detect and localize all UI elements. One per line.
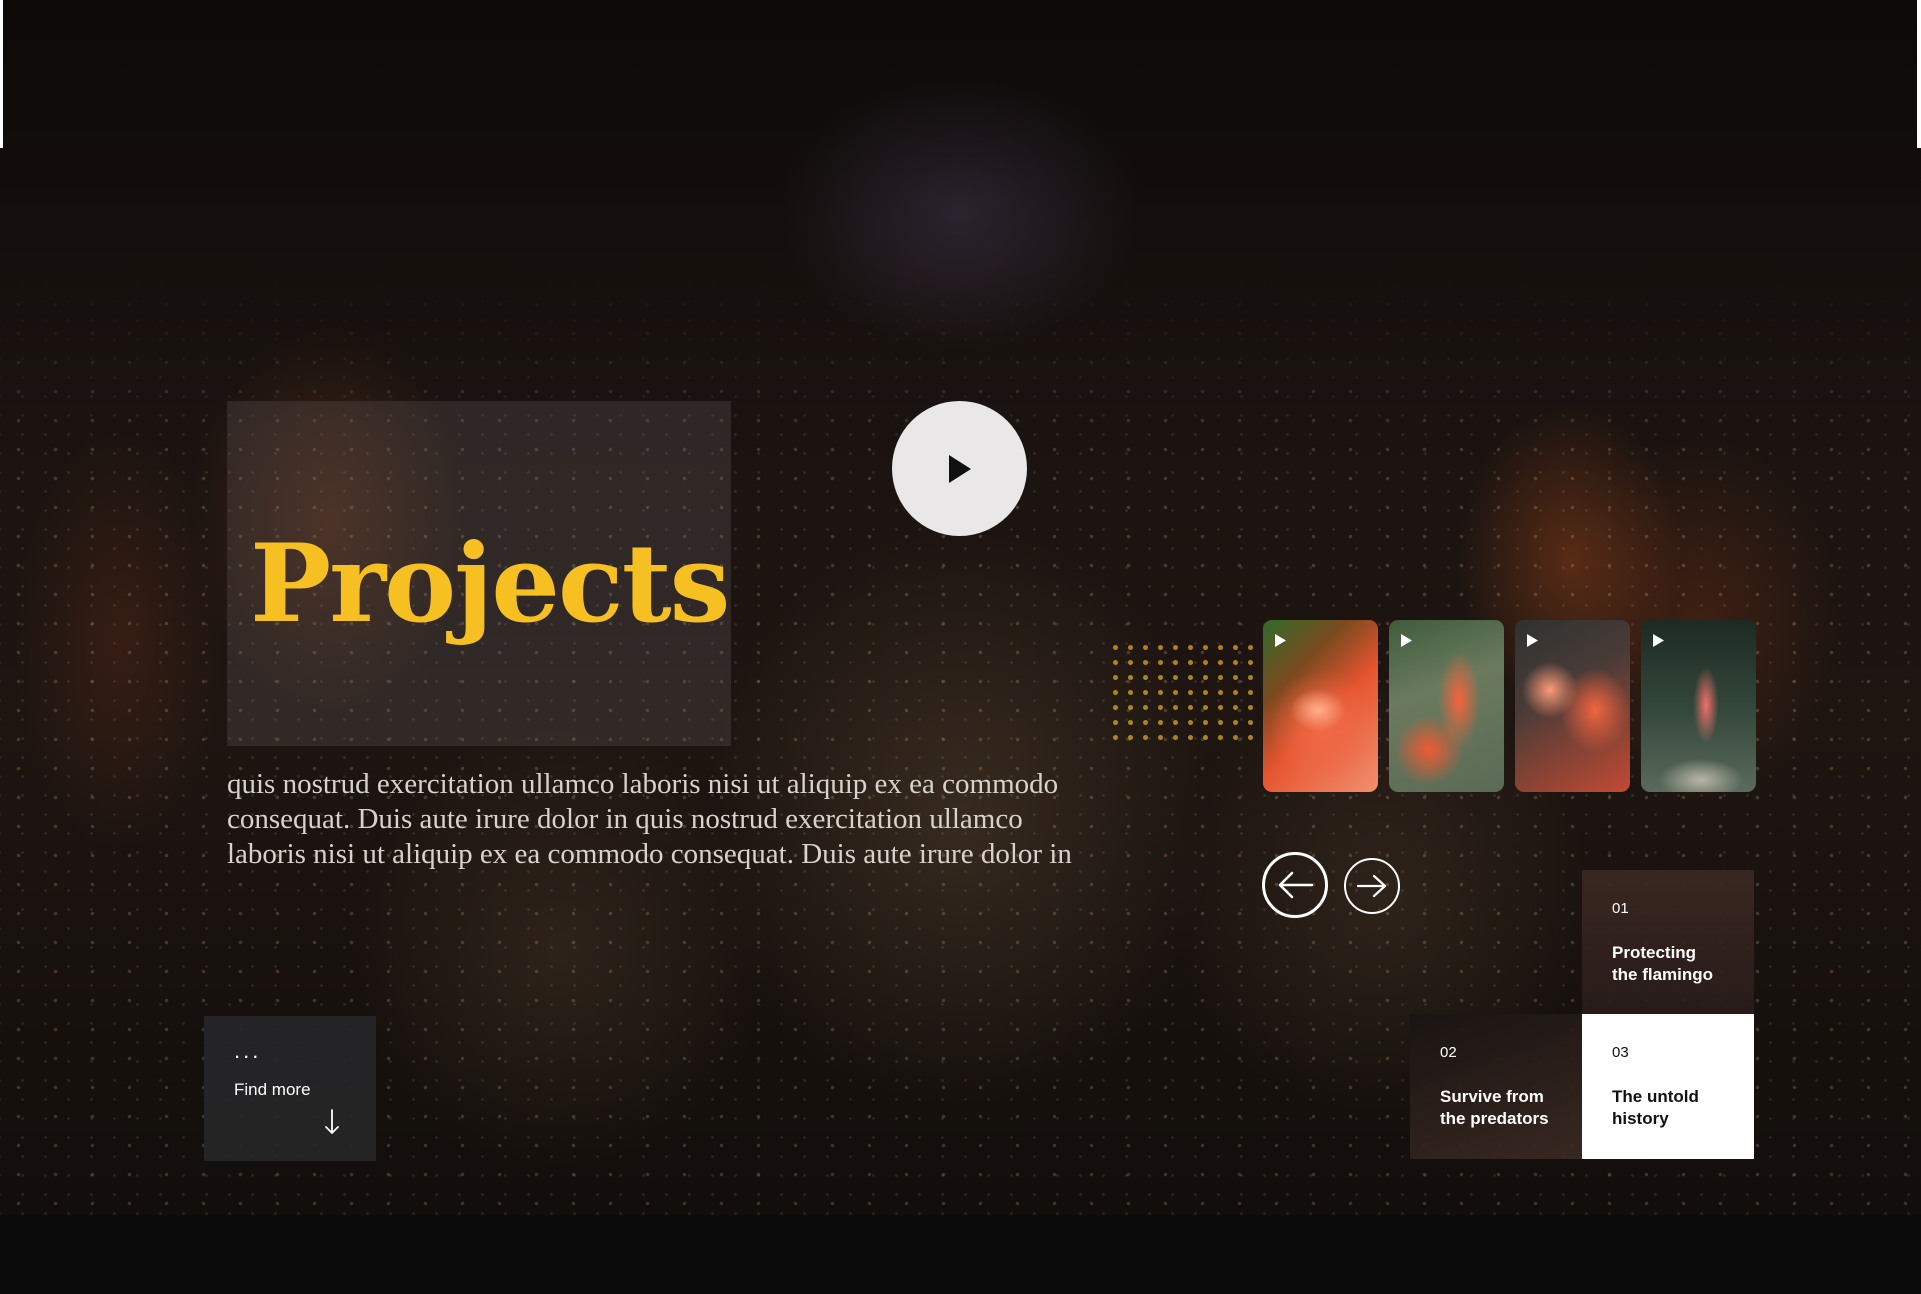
ellipsis-icon: ...	[234, 1038, 262, 1063]
story-title: Protecting the flamingo	[1612, 943, 1714, 984]
story-number: 02	[1440, 1044, 1457, 1061]
find-more-label: Find more	[234, 1080, 311, 1099]
story-number: 01	[1612, 900, 1629, 917]
decorative-dot-grid	[1108, 640, 1268, 750]
arrow-down-icon	[325, 1109, 339, 1134]
frame-edge-right	[1917, 0, 1921, 148]
video-thumbnails	[1263, 620, 1756, 792]
previous-button[interactable]	[1262, 852, 1328, 918]
play-icon	[1527, 634, 1538, 647]
story-card-1[interactable]: 01 Protecting the flamingo	[1582, 870, 1754, 1015]
project-description: quis nostrud exercitation ullamco labori…	[227, 768, 1072, 870]
find-more-button[interactable]: ... Find more	[204, 1016, 376, 1161]
story-card-2[interactable]: 02 Survive from the predators	[1410, 1014, 1582, 1159]
story-card-3[interactable]: 03 The untold history	[1582, 1014, 1754, 1159]
story-title: Survive from the predators	[1440, 1087, 1549, 1128]
play-icon	[1653, 634, 1664, 647]
arrow-right-icon	[1356, 874, 1387, 898]
arrow-left-icon	[1278, 871, 1314, 899]
video-thumbnail-3[interactable]	[1515, 620, 1630, 792]
play-icon	[1401, 634, 1412, 647]
page-title: Projects	[250, 521, 730, 647]
video-thumbnail-4[interactable]	[1641, 620, 1756, 792]
play-icon	[1275, 634, 1286, 647]
play-icon	[948, 454, 971, 483]
video-thumbnail-1[interactable]	[1263, 620, 1378, 792]
play-video-button[interactable]	[892, 401, 1027, 536]
frame-edge-left	[0, 0, 3, 148]
story-number: 03	[1612, 1044, 1629, 1061]
next-button[interactable]	[1344, 858, 1400, 914]
video-thumbnail-2[interactable]	[1389, 620, 1504, 792]
story-title: The untold history	[1612, 1087, 1699, 1128]
